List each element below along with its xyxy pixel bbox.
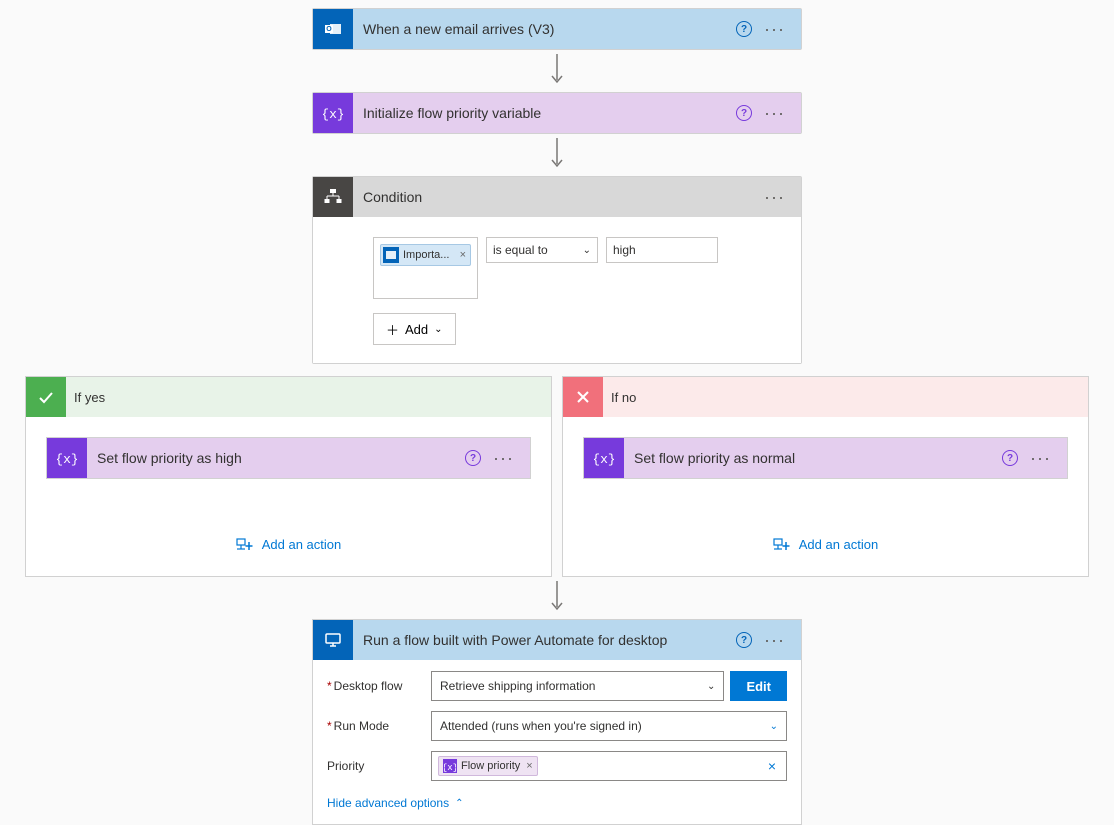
action-title: Set flow priority as normal <box>624 450 1002 466</box>
condition-card: Condition ··· Importa... × <box>312 176 802 364</box>
trigger-card[interactable]: O When a new email arrives (V3) ? ··· <box>312 8 802 50</box>
set-priority-normal-card[interactable]: {x} Set flow priority as normal ? ··· <box>583 437 1068 479</box>
svg-text:O: O <box>326 26 332 33</box>
chevron-down-icon: ⌄ <box>583 245 591 256</box>
connector-arrow <box>312 134 802 176</box>
if-yes-branch: If yes {x} Set flow priority as high ? ·… <box>25 376 552 577</box>
svg-text:{x}: {x} <box>323 107 343 122</box>
set-priority-high-card[interactable]: {x} Set flow priority as high ? ··· <box>46 437 531 479</box>
add-action-icon <box>236 538 254 552</box>
outlook-icon <box>383 247 399 263</box>
help-icon[interactable]: ? <box>736 21 752 37</box>
more-menu-button[interactable]: ··· <box>764 24 785 34</box>
variable-icon: {x} <box>584 438 624 478</box>
svg-text:{x}: {x} <box>57 452 77 467</box>
svg-text:{x}: {x} <box>594 452 614 467</box>
desktop-flow-label: Desktop flow <box>327 679 431 693</box>
init-variable-title: Initialize flow priority variable <box>353 105 736 121</box>
clear-field-button[interactable]: × <box>764 758 780 774</box>
if-yes-label: If yes <box>74 390 105 405</box>
priority-label: Priority <box>327 759 431 773</box>
add-action-button[interactable]: Add an action <box>46 537 531 552</box>
token-label: Flow priority <box>461 760 520 772</box>
outlook-icon: O <box>313 9 353 49</box>
chevron-down-icon: ⌄ <box>770 721 778 732</box>
add-action-icon <box>773 538 791 552</box>
connector-arrow <box>8 577 1106 619</box>
help-icon[interactable]: ? <box>465 450 481 466</box>
chevron-up-icon: ⌃ <box>455 798 463 809</box>
trigger-title: When a new email arrives (V3) <box>353 21 736 37</box>
add-action-label: Add an action <box>799 537 879 552</box>
remove-token-button[interactable]: × <box>460 249 466 261</box>
more-menu-button[interactable]: ··· <box>764 635 785 645</box>
desktop-icon <box>313 620 353 660</box>
remove-token-button[interactable]: × <box>526 760 532 772</box>
variable-icon: {x} <box>47 438 87 478</box>
svg-text:{x}: {x} <box>444 763 456 772</box>
add-action-button[interactable]: Add an action <box>583 537 1068 552</box>
condition-value-input[interactable]: high <box>606 237 718 263</box>
importance-token[interactable]: Importa... × <box>380 244 471 266</box>
check-icon <box>26 377 66 417</box>
priority-input[interactable]: {x} Flow priority × × <box>431 751 787 781</box>
plus-icon: ＋ <box>386 320 399 339</box>
if-no-header: If no <box>563 377 1088 417</box>
variable-icon: {x} <box>313 93 353 133</box>
init-variable-card[interactable]: {x} Initialize flow priority variable ? … <box>312 92 802 134</box>
if-yes-header: If yes <box>26 377 551 417</box>
desktop-flow-header[interactable]: Run a flow built with Power Automate for… <box>313 620 801 660</box>
help-icon[interactable]: ? <box>736 105 752 121</box>
condition-operator-dropdown[interactable]: is equal to ⌄ <box>486 237 598 263</box>
desktop-flow-dropdown[interactable]: Retrieve shipping information ⌄ <box>431 671 724 701</box>
condition-title: Condition <box>353 189 764 205</box>
run-mode-value: Attended (runs when you're signed in) <box>440 719 642 733</box>
more-menu-button[interactable]: ··· <box>493 453 514 463</box>
hide-advanced-options-link[interactable]: Hide advanced options ⌃ <box>327 796 463 810</box>
if-no-branch: If no {x} Set flow priority as normal ? … <box>562 376 1089 577</box>
condition-left-operand[interactable]: Importa... × <box>373 237 478 299</box>
close-icon <box>563 377 603 417</box>
connector-arrow <box>312 50 802 92</box>
add-condition-button[interactable]: ＋ Add ⌄ <box>373 313 456 345</box>
operator-value: is equal to <box>493 243 548 257</box>
run-desktop-flow-card: Run a flow built with Power Automate for… <box>312 619 802 825</box>
run-mode-label: Run Mode <box>327 719 431 733</box>
add-action-label: Add an action <box>262 537 342 552</box>
value-text: high <box>613 243 636 257</box>
run-mode-dropdown[interactable]: Attended (runs when you're signed in) ⌄ <box>431 711 787 741</box>
variable-icon: {x} <box>443 759 457 773</box>
advanced-link-label: Hide advanced options <box>327 796 449 810</box>
token-label: Importa... <box>403 249 456 261</box>
condition-header[interactable]: Condition ··· <box>313 177 801 217</box>
help-icon[interactable]: ? <box>1002 450 1018 466</box>
more-menu-button[interactable]: ··· <box>1030 453 1051 463</box>
desktop-flow-value: Retrieve shipping information <box>440 679 595 693</box>
chevron-down-icon: ⌄ <box>434 324 442 335</box>
if-no-label: If no <box>611 390 636 405</box>
desktop-flow-title: Run a flow built with Power Automate for… <box>353 632 736 648</box>
condition-icon <box>313 177 353 217</box>
more-menu-button[interactable]: ··· <box>764 192 785 202</box>
action-title: Set flow priority as high <box>87 450 465 466</box>
edit-button[interactable]: Edit <box>730 671 787 701</box>
flow-priority-token[interactable]: {x} Flow priority × <box>438 756 538 776</box>
help-icon[interactable]: ? <box>736 632 752 648</box>
more-menu-button[interactable]: ··· <box>764 108 785 118</box>
add-label: Add <box>405 322 428 337</box>
chevron-down-icon: ⌄ <box>707 681 715 692</box>
